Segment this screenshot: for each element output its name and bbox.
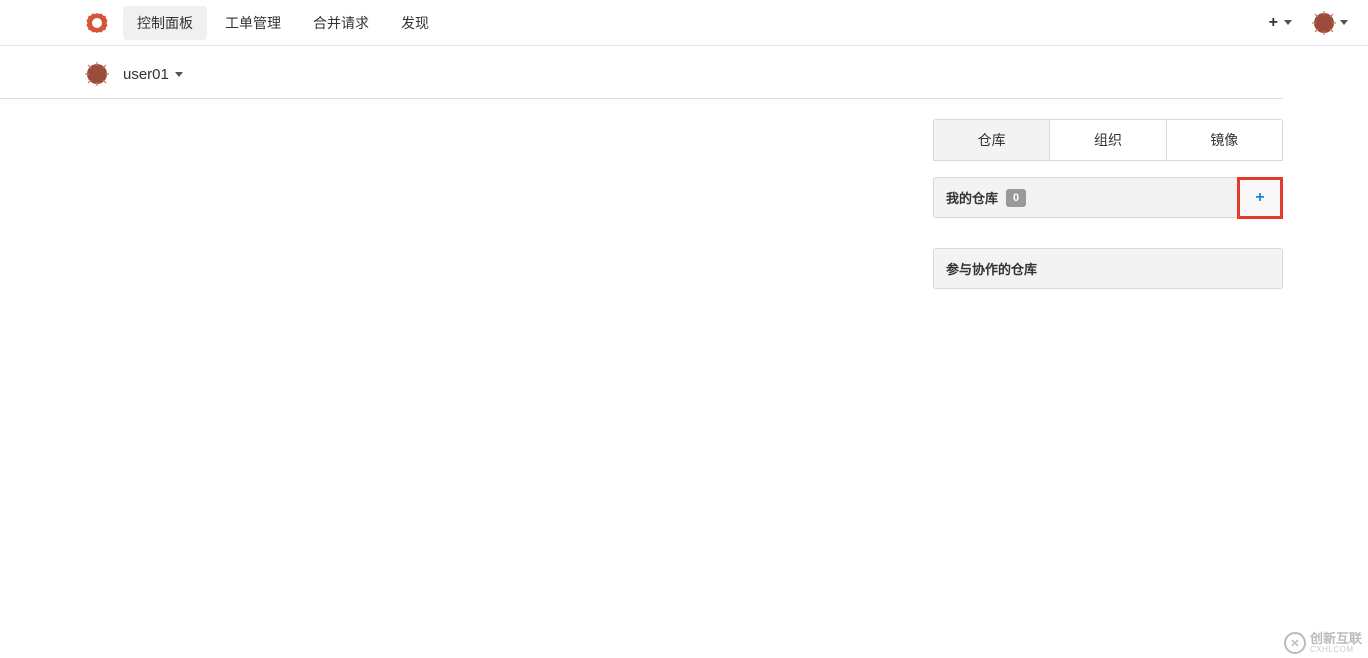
topbar-left: G 控制面板 工单管理 合并请求 发现 (85, 6, 447, 40)
panel-collab-repos: 参与协作的仓库 (933, 248, 1283, 289)
nav-merge-requests[interactable]: 合并请求 (299, 6, 383, 40)
caret-down-icon (1340, 20, 1348, 25)
plus-icon: + (1269, 14, 1278, 32)
user-menu-dropdown[interactable] (1312, 11, 1348, 35)
panel-collab-title: 参与协作的仓库 (946, 259, 1037, 278)
tab-repo[interactable]: 仓库 (934, 120, 1050, 160)
panel-my-repos: 我的仓库 0 + (933, 177, 1283, 218)
tab-org[interactable]: 组织 (1050, 120, 1166, 160)
watermark-sub: CXHLCOM (1310, 645, 1362, 654)
avatar (85, 62, 109, 86)
add-repo-button[interactable]: + (1237, 177, 1283, 219)
main-content: 仓库 组织 镜像 我的仓库 0 + 参与协作的仓库 (0, 99, 1368, 289)
collab-label: 参与协作的仓库 (946, 259, 1037, 278)
topbar: G 控制面板 工单管理 合并请求 发现 + (0, 0, 1368, 46)
my-repos-label: 我的仓库 (946, 188, 998, 207)
app-logo[interactable]: G (85, 11, 109, 35)
svg-text:G: G (93, 18, 100, 28)
nav-issues[interactable]: 工单管理 (211, 6, 295, 40)
side-panel: 仓库 组织 镜像 我的仓库 0 + 参与协作的仓库 (933, 119, 1283, 289)
user-name: user01 (123, 66, 169, 83)
my-repos-count: 0 (1006, 189, 1026, 207)
topbar-right: + (1269, 11, 1348, 35)
avatar (1312, 11, 1336, 35)
plus-icon: + (1255, 189, 1264, 207)
watermark-icon: ✕ (1284, 632, 1306, 654)
caret-down-icon (175, 72, 183, 77)
panel-tabbar: 仓库 组织 镜像 (933, 119, 1283, 161)
watermark-text: 创新互联 (1310, 632, 1362, 645)
watermark: ✕ 创新互联 CXHLCOM (1284, 632, 1362, 654)
nav-dashboard[interactable]: 控制面板 (123, 6, 207, 40)
nav-explore[interactable]: 发现 (387, 6, 443, 40)
panel-my-repos-title: 我的仓库 0 (946, 188, 1026, 207)
caret-down-icon (1284, 20, 1292, 25)
user-row: user01 (0, 46, 1283, 99)
user-context-switcher[interactable]: user01 (123, 66, 183, 83)
create-dropdown[interactable]: + (1269, 14, 1292, 32)
tab-mirror[interactable]: 镜像 (1167, 120, 1282, 160)
